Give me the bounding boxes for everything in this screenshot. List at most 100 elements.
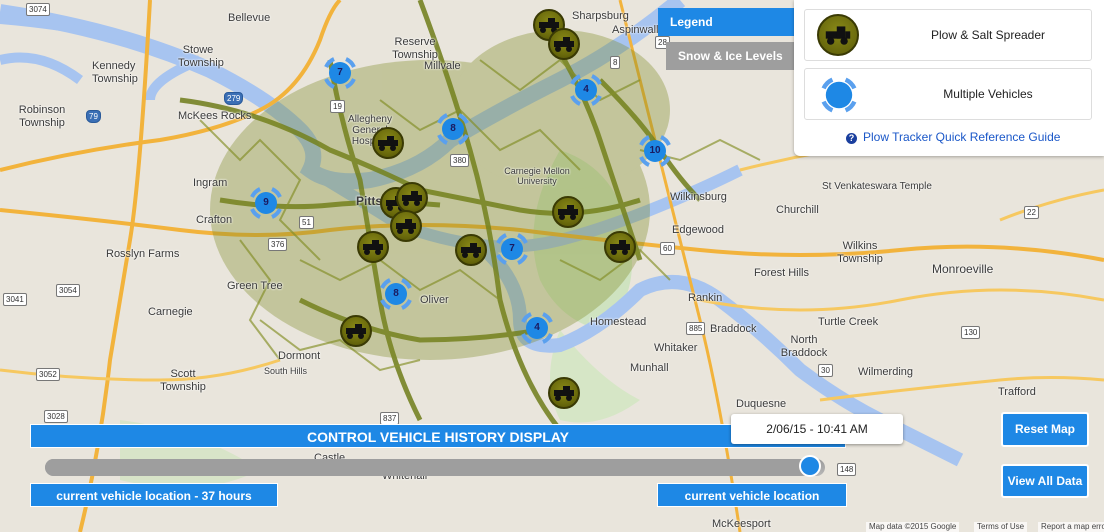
place-label: Carnegie Mellon University <box>504 166 570 186</box>
plow-truck-marker[interactable] <box>604 231 636 263</box>
plow-truck-marker[interactable] <box>548 28 580 60</box>
cluster-icon <box>817 73 861 117</box>
place-label: Scott Township <box>160 368 206 393</box>
map-data-attribution: Map data ©2015 Google <box>866 522 960 532</box>
road-shield: 60 <box>660 242 675 255</box>
road-shield: 22 <box>1024 206 1039 219</box>
history-slider-handle[interactable] <box>799 455 821 477</box>
place-label: Bellevue <box>228 12 271 24</box>
interstate-shield: 79 <box>86 110 101 123</box>
place-label: Munhall <box>630 362 669 374</box>
vehicle-cluster-marker[interactable]: 4 <box>517 308 557 348</box>
plow-truck-marker[interactable] <box>396 182 428 214</box>
slider-start-label: current vehicle location - 37 hours <box>30 483 278 507</box>
road-shield: 3052 <box>36 368 60 381</box>
place-label: Edgewood <box>672 224 724 236</box>
interstate-shield: 279 <box>224 92 244 105</box>
place-label: Whitaker <box>654 342 698 354</box>
place-label: Crafton <box>196 214 233 226</box>
place-label: Rankin <box>688 292 723 304</box>
place-label: Sharpsburg <box>572 10 629 22</box>
vehicle-cluster-marker[interactable]: 7 <box>492 229 532 269</box>
vehicle-cluster-marker[interactable]: 7 <box>320 53 360 93</box>
place-label: Homestead <box>590 316 647 328</box>
legend-label-cluster: Multiple Vehicles <box>943 87 1033 101</box>
reset-map-button[interactable]: Reset Map <box>1001 412 1089 447</box>
place-label: North Braddock <box>780 334 828 359</box>
plow-truck-marker[interactable] <box>390 210 422 242</box>
timestamp-tooltip: 2/06/15 - 10:41 AM <box>731 414 903 444</box>
place-label: Stowe Township <box>178 44 224 69</box>
history-slider-fill <box>45 459 809 476</box>
place-label: Wilkins Township <box>837 240 883 265</box>
road-shield: 19 <box>330 100 345 113</box>
road-shield: 51 <box>299 216 314 229</box>
place-label: Oliver <box>420 294 449 306</box>
plow-truck-marker[interactable] <box>372 127 404 159</box>
place-label: St Venkateswara Temple <box>822 181 932 192</box>
place-label: McKeesport <box>712 518 771 530</box>
vehicle-cluster-marker[interactable]: 8 <box>376 274 416 314</box>
cluster-count: 10 <box>649 145 661 156</box>
place-label: Kennedy Township <box>92 60 138 85</box>
plow-truck-marker[interactable] <box>340 315 372 347</box>
plow-truck-marker[interactable] <box>357 231 389 263</box>
vehicle-cluster-marker[interactable]: 10 <box>635 131 675 171</box>
place-label: Churchill <box>776 204 819 216</box>
tab-snow-ice-levels[interactable]: Snow & Ice Levels <box>666 42 796 70</box>
legend-item-plow: Plow & Salt Spreader <box>804 9 1092 61</box>
place-label: Trafford <box>998 386 1036 398</box>
place-label: Millvale <box>424 60 461 72</box>
road-shield: 3074 <box>26 3 50 16</box>
vehicle-cluster-marker[interactable]: 9 <box>246 183 286 223</box>
plow-truck-icon <box>817 14 859 56</box>
road-shield: 148 <box>837 463 857 476</box>
view-all-data-button[interactable]: View All Data <box>1001 464 1089 498</box>
place-label: Dormont <box>278 350 321 362</box>
place-label: Aspinwall <box>612 24 659 36</box>
vehicle-cluster-marker[interactable]: 4 <box>566 70 606 110</box>
road-shield: 130 <box>961 326 981 339</box>
cluster-count: 9 <box>263 197 269 208</box>
place-label: Turtle Creek <box>818 316 879 328</box>
cluster-count: 8 <box>393 288 399 299</box>
place-label: McKees Rocks <box>178 110 252 122</box>
legend-item-cluster: Multiple Vehicles <box>804 68 1092 120</box>
slider-end-label: current vehicle location <box>657 483 847 507</box>
place-label: Rosslyn Farms <box>106 248 180 260</box>
quick-reference-guide-link[interactable]: ? Plow Tracker Quick Reference Guide <box>846 130 1060 144</box>
help-icon: ? <box>846 133 857 144</box>
place-label: Forest Hills <box>754 267 810 279</box>
place-label: Carnegie <box>148 306 193 318</box>
plow-truck-marker[interactable] <box>548 377 580 409</box>
road-shield: 3028 <box>44 410 68 423</box>
place-label: Wilkinsburg <box>670 191 727 203</box>
road-shield: 885 <box>686 322 706 335</box>
plow-truck-marker[interactable] <box>552 196 584 228</box>
cluster-count: 4 <box>534 322 540 333</box>
cluster-count: 7 <box>509 243 515 254</box>
tab-legend[interactable]: Legend <box>658 8 796 36</box>
place-label: Reserve Township <box>392 36 438 61</box>
history-control-title: CONTROL VEHICLE HISTORY DISPLAY <box>30 424 846 448</box>
place-label: Ingram <box>193 177 228 189</box>
vehicle-cluster-marker[interactable]: 8 <box>433 109 473 149</box>
report-map-error-link[interactable]: Report a map error <box>1038 522 1104 532</box>
place-label: Braddock <box>710 323 757 335</box>
road-shield: 30 <box>818 364 833 377</box>
cluster-count: 7 <box>337 67 343 78</box>
place-label: Duquesne <box>736 398 787 410</box>
cluster-count: 8 <box>450 123 456 134</box>
place-label: Wilmerding <box>858 366 914 378</box>
road-shield: 380 <box>450 154 470 167</box>
place-label: South Hills <box>264 366 308 376</box>
place-label: Robinson Township <box>18 104 66 129</box>
legend-panel: Plow & Salt Spreader Multiple Vehicles ?… <box>794 0 1104 156</box>
plow-truck-marker[interactable] <box>455 234 487 266</box>
road-shield: 3041 <box>3 293 27 306</box>
road-shield: 8 <box>610 56 621 69</box>
terms-of-use-link[interactable]: Terms of Use <box>974 522 1028 532</box>
guide-link-text: Plow Tracker Quick Reference Guide <box>863 130 1061 144</box>
legend-label-plow: Plow & Salt Spreader <box>930 28 1046 42</box>
road-shield: 3054 <box>56 284 80 297</box>
